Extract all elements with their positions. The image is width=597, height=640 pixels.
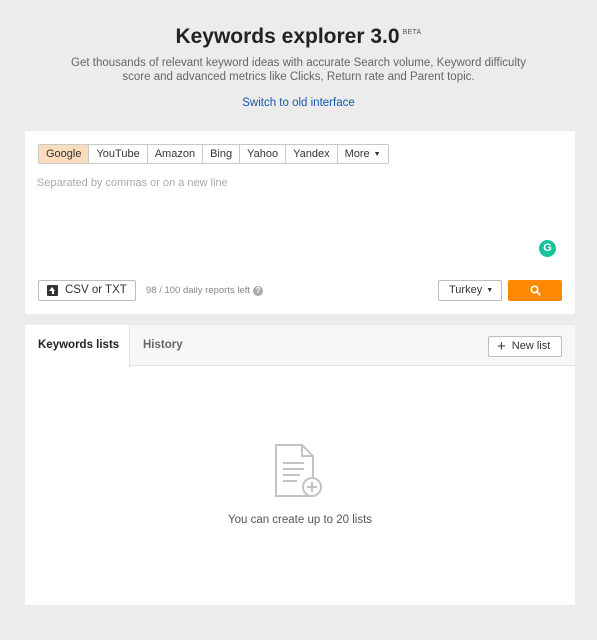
country-value: Turkey — [449, 284, 483, 296]
keyword-search-card: Google YouTube Amazon Bing Yahoo Yandex … — [25, 131, 575, 314]
csv-upload-button[interactable]: CSV or TXT — [38, 280, 136, 301]
help-icon[interactable]: ? — [253, 285, 264, 296]
engine-tab-youtube[interactable]: YouTube — [88, 145, 147, 163]
caret-down-icon: ▼ — [486, 287, 494, 294]
upload-icon — [47, 285, 58, 296]
new-list-button[interactable]: + New list — [488, 336, 562, 357]
country-select[interactable]: Turkey ▼ — [438, 280, 502, 301]
document-add-icon — [275, 444, 322, 497]
caret-down-icon: ▼ — [373, 151, 381, 158]
switch-old-interface-link[interactable]: Switch to old interface — [0, 97, 597, 109]
engine-tab-yahoo[interactable]: Yahoo — [239, 145, 286, 163]
engine-more-dropdown[interactable]: More ▼ — [336, 145, 388, 163]
keyword-lists-card: Keywords lists History + New list You ca… — [25, 325, 575, 605]
reports-left-text: 98 / 100 daily reports left — [146, 285, 251, 296]
more-label: More — [344, 148, 370, 160]
search-button[interactable] — [508, 280, 562, 301]
reports-left-info: 98 / 100 daily reports left ? — [146, 285, 264, 296]
engine-tab-yandex[interactable]: Yandex — [285, 145, 337, 163]
beta-badge: BETA — [402, 29, 422, 36]
title-text: Keywords explorer 3.0 — [175, 25, 400, 48]
plus-icon: + — [497, 338, 506, 355]
engine-tab-amazon[interactable]: Amazon — [146, 145, 203, 163]
lists-tabs-bar: Keywords lists History + New list — [25, 325, 575, 367]
tab-keywords-lists[interactable]: Keywords lists — [25, 325, 130, 367]
page-subtitle: Get thousands of relevant keyword ideas … — [71, 57, 526, 83]
search-engine-tabs: Google YouTube Amazon Bing Yahoo Yandex … — [38, 144, 389, 164]
grammarly-icon[interactable]: G — [539, 240, 556, 257]
tab-history[interactable]: History — [143, 325, 183, 366]
empty-state-text: You can create up to 20 lists — [227, 514, 373, 526]
engine-tab-google[interactable]: Google — [39, 145, 89, 163]
engine-tab-bing[interactable]: Bing — [202, 145, 240, 163]
search-icon — [529, 285, 541, 296]
csv-button-label: CSV or TXT — [65, 284, 127, 296]
new-list-label: New list — [511, 340, 551, 352]
keywords-input[interactable] — [37, 177, 557, 257]
page-title: Keywords explorer 3.0 BETA — [0, 25, 597, 49]
